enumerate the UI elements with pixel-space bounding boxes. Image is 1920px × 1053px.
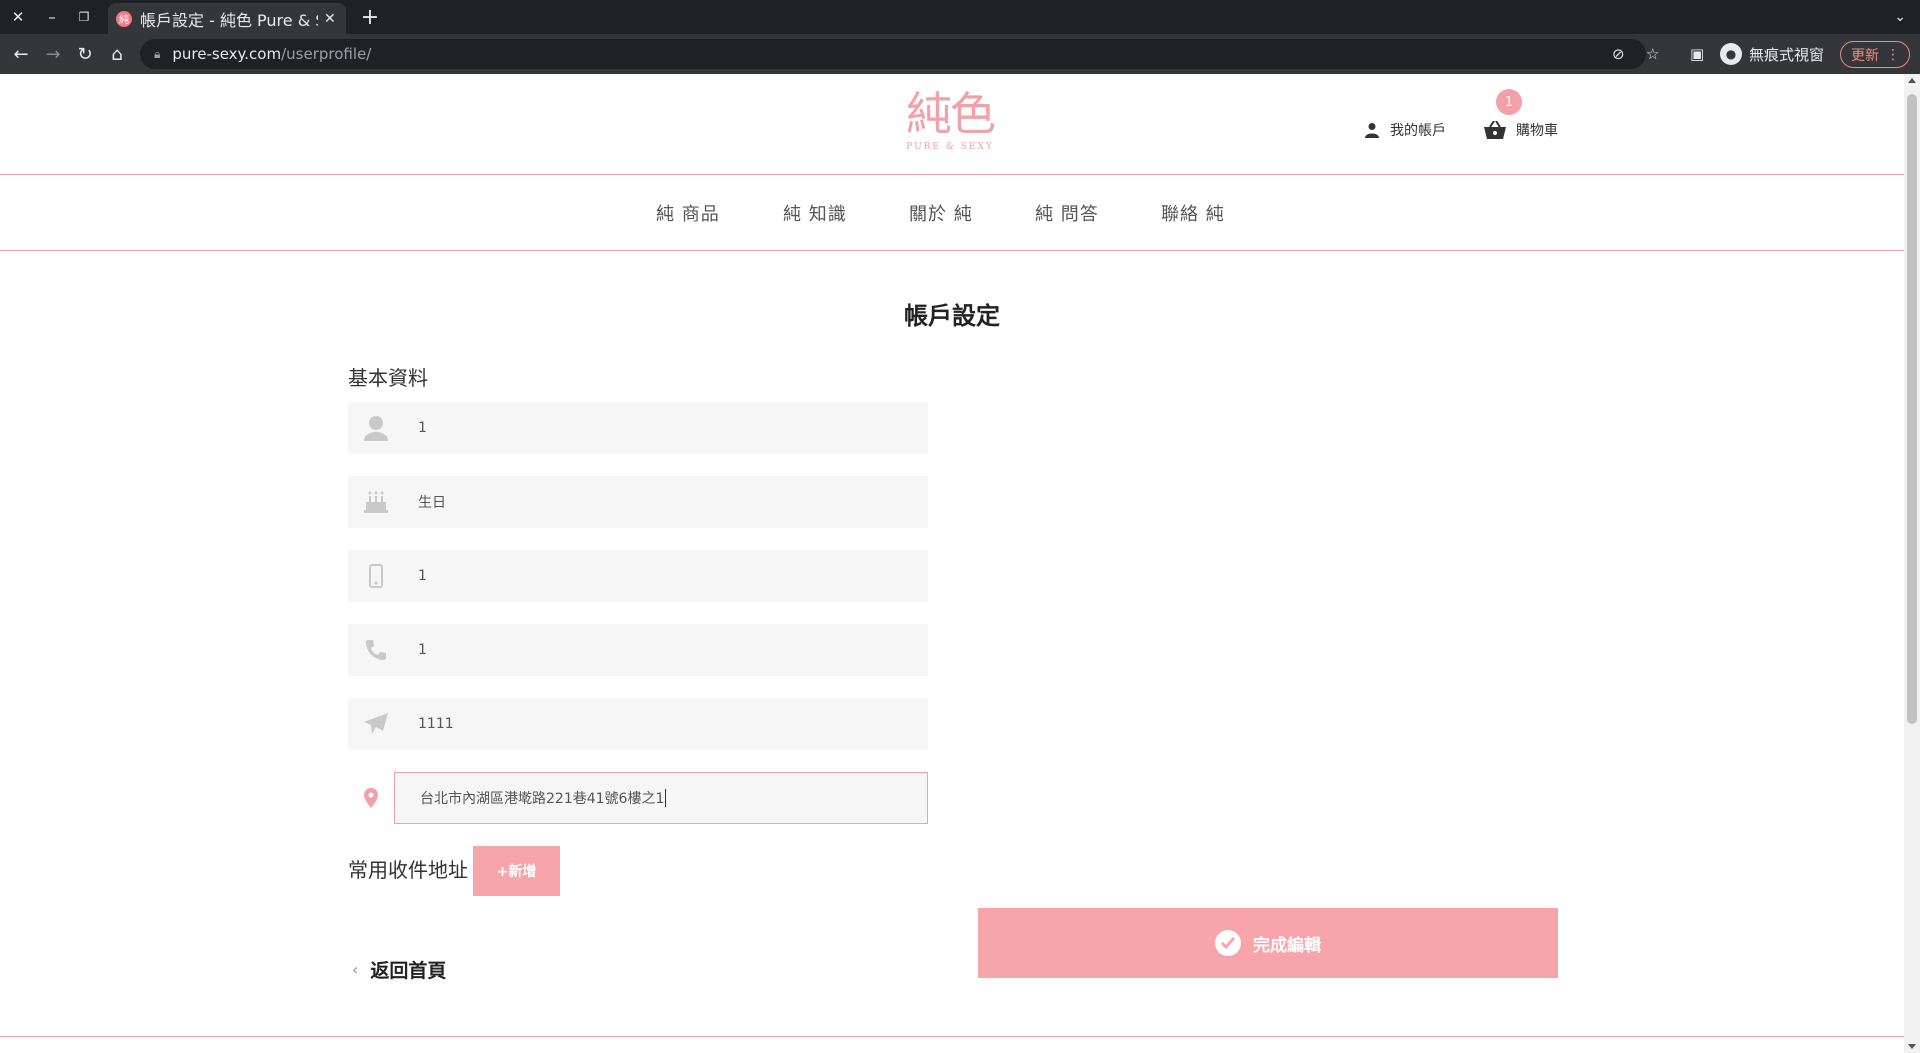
main-menu: 純 商品 純 知識 關於 純 純 問答 聯絡 純 — [0, 175, 1904, 251]
scroll-thumb[interactable] — [1907, 94, 1917, 724]
site-header: 純色 PURE & SEXY 我的帳戶 1 購物車 — [0, 74, 1904, 175]
phone-icon — [348, 624, 404, 676]
browser-tab-bar: ✕ – ❐ 純 帳戶設定 - 純色 Pure & Sexy ✕ + ⌄ — [0, 0, 1920, 34]
new-tab-button[interactable]: + — [356, 0, 384, 34]
browser-toolbar: ← → ↻ ⌂ 🔒︎ pure-sexy.com/userprofile/ ⊘ … — [0, 34, 1920, 74]
menu-item-about[interactable]: 關於 純 — [909, 175, 973, 251]
chevron-left-icon: ‹ — [352, 960, 359, 979]
lock-icon[interactable]: 🔒︎ — [154, 47, 160, 62]
url-host: pure-sexy.com — [172, 45, 282, 63]
back-home-link[interactable]: ‹ 返回首頁 — [352, 956, 446, 983]
text-caret — [665, 789, 667, 807]
scroll-down-arrow-icon[interactable] — [1908, 1044, 1916, 1049]
mobile-field[interactable]: 1 — [348, 550, 928, 602]
email-field[interactable]: 1111 — [348, 698, 928, 750]
name-field[interactable]: 1 — [348, 402, 928, 454]
footer-divider — [0, 1036, 1904, 1037]
logo-subtitle: PURE & SEXY — [906, 142, 994, 152]
menu-item-contact[interactable]: 聯絡 純 — [1161, 175, 1225, 251]
map-marker-icon — [348, 772, 394, 824]
add-address-button[interactable]: +新增 — [473, 846, 560, 896]
basic-info-heading: 基本資料 — [348, 366, 428, 390]
forward-arrow-icon[interactable]: → — [38, 34, 68, 74]
site-logo[interactable]: 純色 PURE & SEXY — [900, 86, 1000, 162]
address-value: 台北市內湖區港墘路221巷41號6樓之1 — [420, 772, 667, 824]
address-bar[interactable]: 🔒︎ pure-sexy.com/userprofile/ ⊘ ☆ — [140, 39, 1659, 69]
reload-icon[interactable]: ↻ — [70, 34, 100, 74]
restore-window-icon[interactable]: ❐ — [68, 0, 100, 34]
birthday-cake-icon — [348, 476, 404, 528]
kebab-menu-icon: ⋮ — [1886, 46, 1900, 63]
page-title: 帳戶設定 — [904, 302, 1000, 330]
phone-value: 1 — [418, 642, 427, 658]
incognito-indicator[interactable]: ● 無痕式視窗 — [1720, 34, 1824, 74]
close-window-icon[interactable]: ✕ — [2, 0, 34, 34]
home-icon[interactable]: ⌂ — [102, 34, 132, 74]
back-arrow-icon[interactable]: ← — [6, 34, 36, 74]
cart-count-badge: 1 — [1496, 89, 1522, 115]
cart-link[interactable]: 購物車 — [1484, 120, 1558, 140]
tab-search-chevron-icon[interactable]: ⌄ — [1894, 0, 1906, 34]
birthday-value: 生日 — [418, 495, 446, 511]
browser-tab[interactable]: 純 帳戶設定 - 純色 Pure & Sexy ✕ — [108, 3, 346, 34]
url-path: /userprofile/ — [281, 45, 372, 63]
page-viewport: 純色 PURE & SEXY 我的帳戶 1 購物車 純 商品 純 知識 關於 純… — [0, 74, 1904, 1053]
paper-plane-icon — [348, 698, 404, 750]
my-account-label: 我的帳戶 — [1390, 123, 1446, 139]
menu-item-products[interactable]: 純 商品 — [656, 175, 720, 251]
email-value: 1111 — [418, 716, 454, 732]
logo-text: 純色 — [906, 87, 996, 141]
my-account-link[interactable]: 我的帳戶 — [1364, 120, 1446, 140]
finish-edit-button[interactable]: 完成編輯 — [978, 908, 1558, 978]
shopping-basket-icon — [1484, 121, 1506, 139]
minimize-window-icon[interactable]: – — [36, 0, 68, 34]
saved-address-heading: 常用收件地址 — [348, 858, 468, 882]
bookmark-star-icon[interactable]: ☆ — [1646, 39, 1659, 69]
tab-title: 帳戶設定 - 純色 Pure & Sexy — [140, 10, 318, 30]
scroll-up-arrow-icon[interactable] — [1908, 78, 1916, 83]
incognito-icon: ● — [1720, 43, 1742, 65]
finish-edit-label: 完成編輯 — [1253, 935, 1321, 956]
update-button[interactable]: 更新 ⋮ — [1840, 41, 1910, 68]
address-field[interactable]: 台北市內湖區港墘路221巷41號6樓之1 — [348, 772, 928, 824]
page-scrollbar[interactable] — [1904, 74, 1920, 1053]
back-home-label: 返回首頁 — [370, 960, 447, 982]
mobile-value: 1 — [418, 568, 427, 584]
address-text: 台北市內湖區港墘路221巷41號6樓之1 — [420, 791, 665, 807]
menu-item-faq[interactable]: 純 問答 — [1035, 175, 1099, 251]
phone-field[interactable]: 1 — [348, 624, 928, 676]
side-panel-icon[interactable]: ▣ — [1690, 34, 1704, 74]
user-icon — [348, 402, 404, 454]
mobile-phone-icon — [348, 550, 404, 602]
menu-item-knowledge[interactable]: 純 知識 — [783, 175, 847, 251]
cart-label: 購物車 — [1516, 123, 1558, 139]
incognito-label: 無痕式視窗 — [1749, 45, 1825, 64]
birthday-field[interactable]: 生日 — [348, 476, 928, 528]
name-value: 1 — [418, 420, 427, 436]
tab-close-icon[interactable]: ✕ — [324, 11, 336, 27]
update-label: 更新 — [1851, 47, 1879, 64]
user-icon — [1365, 123, 1379, 138]
site-favicon-icon: 純 — [116, 10, 132, 27]
eye-slash-icon[interactable]: ⊘ — [1612, 39, 1625, 69]
check-circle-icon — [1215, 930, 1241, 956]
